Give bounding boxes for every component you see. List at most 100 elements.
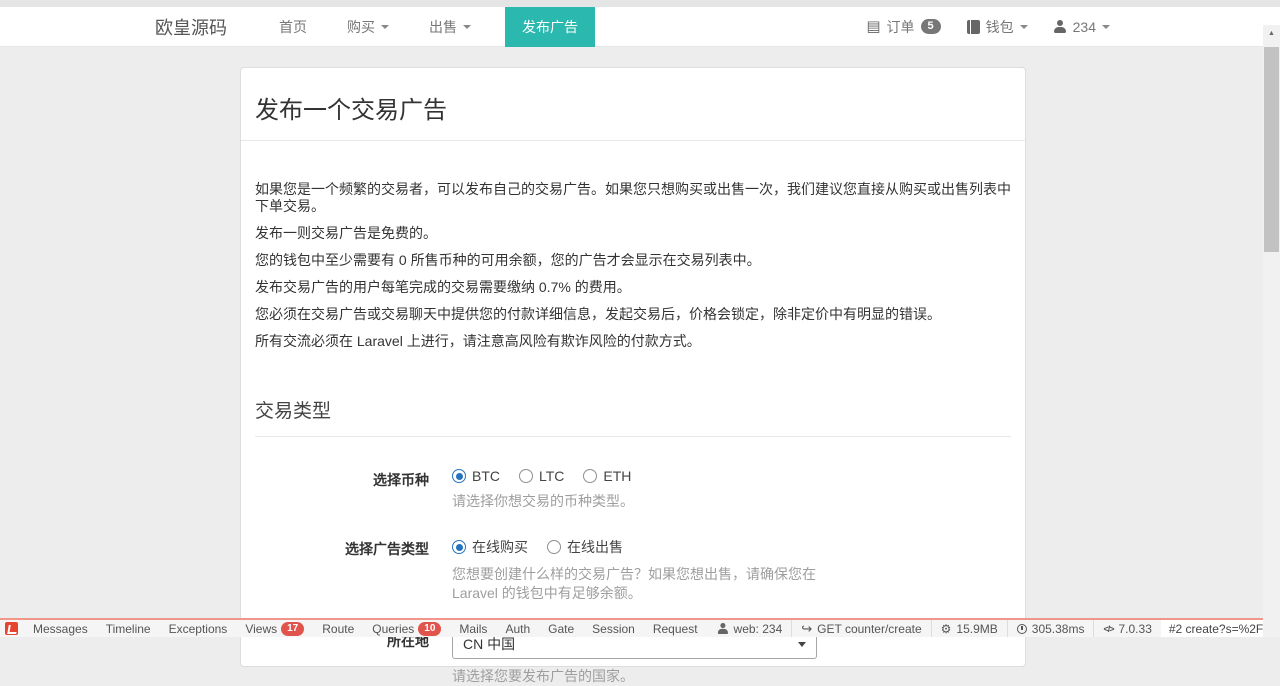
nav-item-label: 出售 bbox=[429, 17, 457, 37]
navbar: 欧皇源码 首页 购买 出售 发布广告 ▤ 订单 5 钱包 234 bbox=[0, 7, 1280, 47]
browser-top-strip bbox=[0, 0, 1280, 7]
user-icon bbox=[1054, 20, 1067, 33]
nav-item-orders[interactable]: ▤ 订单 5 bbox=[866, 17, 940, 37]
nav-item-user[interactable]: 234 bbox=[1054, 19, 1110, 35]
auth-status-text: web: 234 bbox=[734, 622, 783, 636]
coin-controls: BTC LTC ETH 请选择你想交易的币种类型。 bbox=[452, 468, 634, 511]
tab-label: Gate bbox=[548, 622, 574, 636]
nav-item-label: 购买 bbox=[347, 17, 375, 37]
order-list-icon: ▤ bbox=[866, 19, 880, 34]
radio-eth[interactable]: ETH bbox=[583, 468, 631, 484]
radio-online-buy[interactable]: 在线购买 bbox=[452, 537, 528, 557]
tab-label: Request bbox=[653, 622, 698, 636]
intro-paragraphs: 如果您是一个频繁的交易者，可以发布自己的交易广告。如果您只想购买或出售一次，我们… bbox=[255, 181, 1011, 350]
debugbar-memory-status: ⚙ 15.9MB bbox=[931, 620, 1007, 637]
form-row-location: 所在地 CN 中国 请选择您要发布广告的国家。 bbox=[255, 629, 1011, 686]
radio-label: 在线出售 bbox=[567, 537, 623, 557]
location-select-value: CN 中国 bbox=[463, 634, 515, 654]
debugbar-tab-queries[interactable]: Queries 10 bbox=[363, 622, 450, 636]
debugbar-tab-route[interactable]: Route bbox=[313, 622, 363, 636]
location-help-text: 请选择您要发布广告的国家。 bbox=[452, 667, 817, 686]
post-ad-card: 发布一个交易广告 如果您是一个频繁的交易者，可以发布自己的交易广告。如果您只想购… bbox=[240, 67, 1026, 667]
chevron-down-icon bbox=[1020, 25, 1028, 29]
debugbar-tab-session[interactable]: Session bbox=[583, 622, 644, 636]
user-icon bbox=[717, 623, 728, 634]
tab-label: Messages bbox=[33, 622, 88, 636]
tab-label: Exceptions bbox=[169, 622, 228, 636]
tab-label: Mails bbox=[459, 622, 487, 636]
code-icon: </> bbox=[1103, 624, 1113, 634]
radio-label: 在线购买 bbox=[472, 537, 528, 557]
tab-label: Auth bbox=[505, 622, 530, 636]
nav-item-buy[interactable]: 购买 bbox=[337, 7, 399, 47]
intro-paragraph: 发布交易广告的用户每笔完成的交易需要缴纳 0.7% 的费用。 bbox=[255, 279, 1011, 296]
debugbar-php-version: </> 7.0.33 bbox=[1093, 620, 1160, 637]
orders-count-badge: 5 bbox=[921, 19, 941, 34]
select-caret-icon bbox=[798, 642, 806, 647]
coin-radio-group: BTC LTC ETH bbox=[452, 468, 634, 484]
debugbar-tab-timeline[interactable]: Timeline bbox=[97, 622, 160, 636]
debugbar-tab-views[interactable]: Views 17 bbox=[236, 622, 313, 636]
debugbar-route-status: ↪ GET counter/create bbox=[791, 620, 930, 637]
scrollbar-up-arrow[interactable]: ▲ bbox=[1263, 25, 1280, 41]
intro-paragraph: 您必须在交易广告或交易聊天中提供您的付款详细信息，发起交易后，价格会锁定，除非定… bbox=[255, 306, 1011, 323]
radio-ltc[interactable]: LTC bbox=[519, 468, 564, 484]
navbar-right: ▤ 订单 5 钱包 234 bbox=[866, 17, 1110, 37]
location-label: 所在地 bbox=[255, 629, 429, 686]
queries-count-badge: 10 bbox=[418, 622, 441, 636]
tab-label: Session bbox=[592, 622, 635, 636]
tab-label: Route bbox=[322, 622, 354, 636]
chevron-down-icon bbox=[381, 25, 389, 29]
ad-type-label: 选择广告类型 bbox=[255, 537, 429, 603]
nav-item-label: 首页 bbox=[279, 17, 307, 37]
views-count-badge: 17 bbox=[281, 622, 304, 636]
radio-label: LTC bbox=[539, 468, 564, 484]
card-header: 发布一个交易广告 bbox=[241, 68, 1025, 141]
wallet-label: 钱包 bbox=[986, 17, 1014, 37]
nav-item-post-ad[interactable]: 发布广告 bbox=[505, 7, 595, 47]
debugbar-tab-gate[interactable]: Gate bbox=[539, 622, 583, 636]
debugbar-auth-status: web: 234 bbox=[707, 620, 792, 637]
nav-item-sell[interactable]: 出售 bbox=[419, 7, 481, 47]
radio-unselected-icon bbox=[583, 469, 597, 483]
debugbar-time-status: 305.38ms bbox=[1007, 620, 1094, 637]
intro-paragraph: 发布一则交易广告是免费的。 bbox=[255, 225, 1011, 242]
debugbar-tab-mails[interactable]: Mails bbox=[450, 622, 496, 636]
form-row-coin: 选择币种 BTC LTC ETH bbox=[255, 468, 1011, 511]
laravel-debugbar: Messages Timeline Exceptions Views 17 Ro… bbox=[0, 618, 1280, 637]
radio-unselected-icon bbox=[547, 540, 561, 554]
post-ad-form: 选择币种 BTC LTC ETH bbox=[255, 468, 1011, 686]
nav-item-label: 发布广告 bbox=[522, 17, 578, 37]
nav-item-wallet[interactable]: 钱包 bbox=[967, 17, 1028, 37]
debugbar-tab-request[interactable]: Request bbox=[644, 622, 707, 636]
brand-logo[interactable]: 欧皇源码 bbox=[155, 14, 227, 40]
vertical-scrollbar[interactable]: ▲ bbox=[1263, 25, 1280, 637]
intro-paragraph: 所有交流必须在 Laravel 上进行，请注意高风险有欺诈风险的付款方式。 bbox=[255, 333, 1011, 350]
tab-label: Queries bbox=[372, 622, 414, 636]
wallet-icon bbox=[967, 20, 980, 34]
debugbar-tab-auth[interactable]: Auth bbox=[496, 622, 539, 636]
radio-label: ETH bbox=[603, 468, 631, 484]
intro-paragraph: 如果您是一个频繁的交易者，可以发布自己的交易广告。如果您只想购买或出售一次，我们… bbox=[255, 181, 1011, 215]
debugbar-tab-exceptions[interactable]: Exceptions bbox=[160, 622, 237, 636]
chevron-down-icon bbox=[1102, 25, 1110, 29]
form-row-ad-type: 选择广告类型 在线购买 在线出售 您想要创建什么样的交易广告？如果您想出售，请确… bbox=[255, 537, 1011, 603]
chevron-down-icon bbox=[463, 25, 471, 29]
nav-item-home[interactable]: 首页 bbox=[269, 7, 317, 47]
coin-help-text: 请选择你想交易的币种类型。 bbox=[452, 492, 634, 511]
radio-btc[interactable]: BTC bbox=[452, 468, 500, 484]
laravel-logo-icon[interactable] bbox=[5, 622, 18, 635]
memory-status-text: 15.9MB bbox=[956, 622, 997, 636]
route-status-text: GET counter/create bbox=[817, 622, 922, 636]
location-controls: CN 中国 请选择您要发布广告的国家。 bbox=[452, 629, 817, 686]
scrollbar-thumb[interactable] bbox=[1264, 47, 1279, 252]
debugbar-tab-messages[interactable]: Messages bbox=[24, 622, 97, 636]
radio-label: BTC bbox=[472, 468, 500, 484]
ad-type-help-text: 您想要创建什么样的交易广告？如果您想出售，请确保您在 Laravel 的钱包中有… bbox=[452, 565, 824, 603]
gear-icon: ⚙ bbox=[941, 623, 952, 635]
radio-online-sell[interactable]: 在线出售 bbox=[547, 537, 623, 557]
orders-label: 订单 bbox=[887, 17, 915, 37]
radio-selected-icon bbox=[452, 540, 466, 554]
user-label: 234 bbox=[1073, 19, 1096, 35]
route-arrow-icon: ↪ bbox=[801, 622, 812, 635]
